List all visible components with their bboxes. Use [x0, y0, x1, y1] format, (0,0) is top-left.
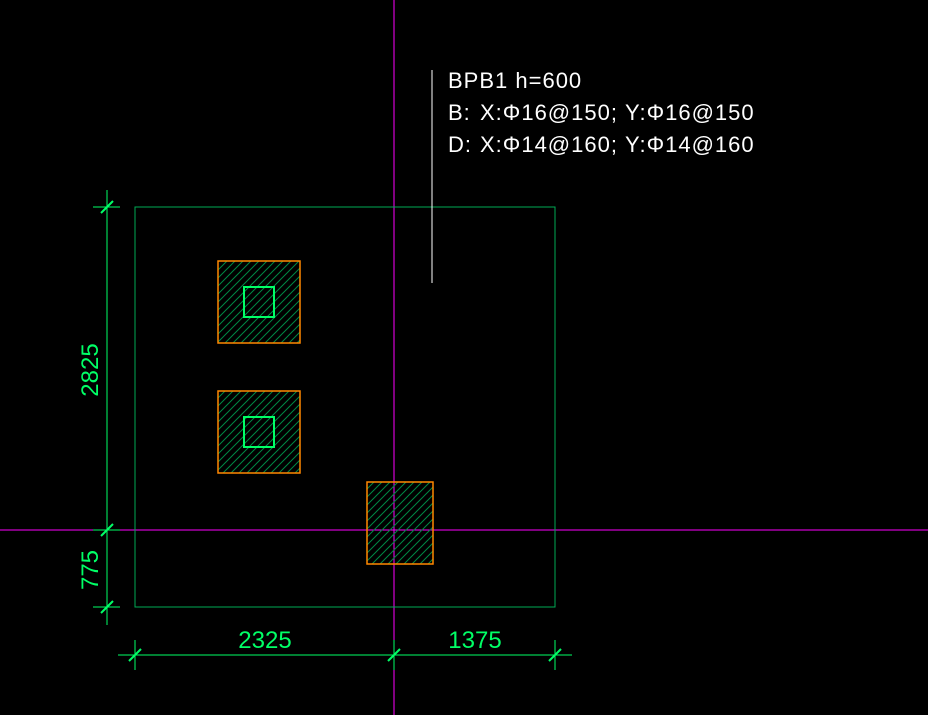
pile-middle: [218, 391, 300, 473]
pile-top: [218, 261, 300, 343]
dim-bottom-right: 1375: [448, 627, 501, 654]
dim-left-bottom: 775: [77, 550, 104, 590]
vertical-dimensions: 2825 775: [77, 190, 120, 625]
foundation-outline: [135, 207, 555, 607]
rebar-d-y: Y:Φ14@160: [625, 132, 755, 157]
title-label: BPB1 h=600: [448, 68, 582, 93]
rebar-b-x: X:Φ16@150;: [480, 100, 618, 125]
dim-left-top: 2825: [77, 343, 104, 396]
rebar-b-label: B:: [448, 100, 471, 125]
horizontal-dimensions: 2325 1375: [118, 627, 572, 670]
dim-bottom-left: 2325: [238, 627, 291, 654]
pile-bottom: [367, 482, 433, 564]
rebar-d-label: D:: [448, 132, 472, 157]
rebar-b-y: Y:Φ16@150: [625, 100, 755, 125]
rebar-d-x: X:Φ14@160;: [480, 132, 618, 157]
